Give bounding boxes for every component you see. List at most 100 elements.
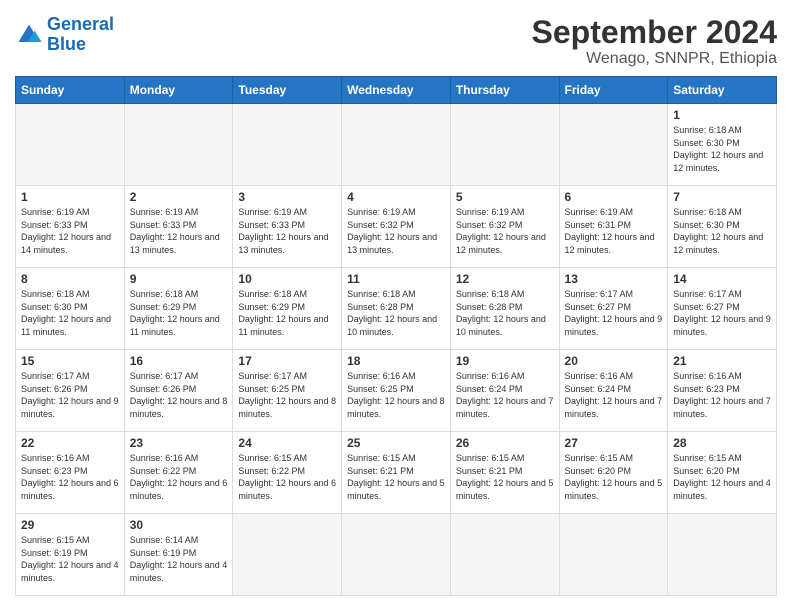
day-number: 26	[456, 436, 554, 450]
day-number: 1	[673, 108, 771, 122]
calendar-cell: 15 Sunrise: 6:17 AM Sunset: 6:26 PM Dayl…	[16, 350, 125, 432]
day-number: 3	[238, 190, 336, 204]
calendar-week-row: 22 Sunrise: 6:16 AM Sunset: 6:23 PM Dayl…	[16, 432, 777, 514]
calendar-cell	[16, 104, 125, 186]
day-info: Sunrise: 6:17 AM Sunset: 6:27 PM Dayligh…	[565, 289, 663, 337]
day-number: 10	[238, 272, 336, 286]
day-number: 11	[347, 272, 445, 286]
day-info: Sunrise: 6:16 AM Sunset: 6:24 PM Dayligh…	[456, 371, 554, 419]
day-info: Sunrise: 6:15 AM Sunset: 6:22 PM Dayligh…	[238, 453, 336, 501]
calendar-cell: 1 Sunrise: 6:18 AM Sunset: 6:30 PM Dayli…	[668, 104, 777, 186]
calendar-cell	[124, 104, 233, 186]
calendar-cell: 27 Sunrise: 6:15 AM Sunset: 6:20 PM Dayl…	[559, 432, 668, 514]
day-info: Sunrise: 6:14 AM Sunset: 6:19 PM Dayligh…	[130, 535, 228, 583]
calendar-cell: 4 Sunrise: 6:19 AM Sunset: 6:32 PM Dayli…	[342, 186, 451, 268]
day-number: 19	[456, 354, 554, 368]
calendar-cell: 11 Sunrise: 6:18 AM Sunset: 6:28 PM Dayl…	[342, 268, 451, 350]
day-info: Sunrise: 6:15 AM Sunset: 6:20 PM Dayligh…	[565, 453, 663, 501]
title-block: September 2024 Wenago, SNNPR, Ethiopia	[532, 15, 777, 68]
calendar-cell: 1 Sunrise: 6:19 AM Sunset: 6:33 PM Dayli…	[16, 186, 125, 268]
calendar-table: SundayMondayTuesdayWednesdayThursdayFrid…	[15, 76, 777, 596]
day-info: Sunrise: 6:18 AM Sunset: 6:29 PM Dayligh…	[238, 289, 328, 337]
calendar-week-row: 29 Sunrise: 6:15 AM Sunset: 6:19 PM Dayl…	[16, 514, 777, 596]
day-info: Sunrise: 6:15 AM Sunset: 6:20 PM Dayligh…	[673, 453, 771, 501]
day-number: 23	[130, 436, 228, 450]
day-number: 5	[456, 190, 554, 204]
calendar-cell	[559, 514, 668, 596]
calendar-cell: 16 Sunrise: 6:17 AM Sunset: 6:26 PM Dayl…	[124, 350, 233, 432]
calendar-cell: 29 Sunrise: 6:15 AM Sunset: 6:19 PM Dayl…	[16, 514, 125, 596]
day-number: 24	[238, 436, 336, 450]
calendar-cell: 25 Sunrise: 6:15 AM Sunset: 6:21 PM Dayl…	[342, 432, 451, 514]
day-of-week-header: Wednesday	[342, 77, 451, 104]
calendar-cell	[342, 104, 451, 186]
day-number: 15	[21, 354, 119, 368]
day-number: 2	[130, 190, 228, 204]
day-info: Sunrise: 6:17 AM Sunset: 6:27 PM Dayligh…	[673, 289, 771, 337]
day-info: Sunrise: 6:18 AM Sunset: 6:30 PM Dayligh…	[673, 125, 763, 173]
day-info: Sunrise: 6:19 AM Sunset: 6:33 PM Dayligh…	[130, 207, 220, 255]
calendar-cell	[233, 514, 342, 596]
day-info: Sunrise: 6:19 AM Sunset: 6:33 PM Dayligh…	[21, 207, 111, 255]
day-number: 17	[238, 354, 336, 368]
calendar-cell: 19 Sunrise: 6:16 AM Sunset: 6:24 PM Dayl…	[450, 350, 559, 432]
calendar-cell: 26 Sunrise: 6:15 AM Sunset: 6:21 PM Dayl…	[450, 432, 559, 514]
day-number: 7	[673, 190, 771, 204]
day-number: 27	[565, 436, 663, 450]
day-number: 22	[21, 436, 119, 450]
calendar-week-row: 8 Sunrise: 6:18 AM Sunset: 6:30 PM Dayli…	[16, 268, 777, 350]
page: General Blue September 2024 Wenago, SNNP…	[0, 0, 792, 612]
day-info: Sunrise: 6:19 AM Sunset: 6:32 PM Dayligh…	[347, 207, 437, 255]
day-info: Sunrise: 6:15 AM Sunset: 6:21 PM Dayligh…	[347, 453, 445, 501]
calendar-cell: 23 Sunrise: 6:16 AM Sunset: 6:22 PM Dayl…	[124, 432, 233, 514]
day-number: 25	[347, 436, 445, 450]
calendar-cell: 22 Sunrise: 6:16 AM Sunset: 6:23 PM Dayl…	[16, 432, 125, 514]
day-number: 9	[130, 272, 228, 286]
day-of-week-header: Friday	[559, 77, 668, 104]
calendar-week-row: 1 Sunrise: 6:19 AM Sunset: 6:33 PM Dayli…	[16, 186, 777, 268]
calendar-cell: 30 Sunrise: 6:14 AM Sunset: 6:19 PM Dayl…	[124, 514, 233, 596]
day-info: Sunrise: 6:16 AM Sunset: 6:22 PM Dayligh…	[130, 453, 228, 501]
calendar-cell	[450, 104, 559, 186]
calendar-cell: 24 Sunrise: 6:15 AM Sunset: 6:22 PM Dayl…	[233, 432, 342, 514]
calendar-week-row: 1 Sunrise: 6:18 AM Sunset: 6:30 PM Dayli…	[16, 104, 777, 186]
day-info: Sunrise: 6:18 AM Sunset: 6:28 PM Dayligh…	[347, 289, 437, 337]
calendar-cell: 2 Sunrise: 6:19 AM Sunset: 6:33 PM Dayli…	[124, 186, 233, 268]
calendar-cell: 10 Sunrise: 6:18 AM Sunset: 6:29 PM Dayl…	[233, 268, 342, 350]
day-info: Sunrise: 6:16 AM Sunset: 6:23 PM Dayligh…	[21, 453, 119, 501]
day-number: 13	[565, 272, 663, 286]
calendar-cell: 7 Sunrise: 6:18 AM Sunset: 6:30 PM Dayli…	[668, 186, 777, 268]
calendar-cell: 14 Sunrise: 6:17 AM Sunset: 6:27 PM Dayl…	[668, 268, 777, 350]
calendar-cell: 17 Sunrise: 6:17 AM Sunset: 6:25 PM Dayl…	[233, 350, 342, 432]
day-number: 28	[673, 436, 771, 450]
day-number: 6	[565, 190, 663, 204]
day-info: Sunrise: 6:15 AM Sunset: 6:21 PM Dayligh…	[456, 453, 554, 501]
day-info: Sunrise: 6:17 AM Sunset: 6:25 PM Dayligh…	[238, 371, 336, 419]
logo-line1: General	[47, 14, 114, 34]
calendar-cell: 18 Sunrise: 6:16 AM Sunset: 6:25 PM Dayl…	[342, 350, 451, 432]
day-of-week-header: Sunday	[16, 77, 125, 104]
calendar-cell: 6 Sunrise: 6:19 AM Sunset: 6:31 PM Dayli…	[559, 186, 668, 268]
calendar-week-row: 15 Sunrise: 6:17 AM Sunset: 6:26 PM Dayl…	[16, 350, 777, 432]
day-info: Sunrise: 6:18 AM Sunset: 6:30 PM Dayligh…	[673, 207, 763, 255]
day-info: Sunrise: 6:16 AM Sunset: 6:25 PM Dayligh…	[347, 371, 445, 419]
calendar-cell: 3 Sunrise: 6:19 AM Sunset: 6:33 PM Dayli…	[233, 186, 342, 268]
day-number: 1	[21, 190, 119, 204]
day-info: Sunrise: 6:16 AM Sunset: 6:24 PM Dayligh…	[565, 371, 663, 419]
day-of-week-header: Thursday	[450, 77, 559, 104]
logo-icon	[15, 21, 43, 49]
calendar-cell: 13 Sunrise: 6:17 AM Sunset: 6:27 PM Dayl…	[559, 268, 668, 350]
day-number: 14	[673, 272, 771, 286]
day-info: Sunrise: 6:19 AM Sunset: 6:31 PM Dayligh…	[565, 207, 655, 255]
calendar-cell	[450, 514, 559, 596]
day-number: 16	[130, 354, 228, 368]
day-of-week-header: Tuesday	[233, 77, 342, 104]
header: General Blue September 2024 Wenago, SNNP…	[15, 15, 777, 68]
day-info: Sunrise: 6:17 AM Sunset: 6:26 PM Dayligh…	[130, 371, 228, 419]
calendar-cell	[559, 104, 668, 186]
logo: General Blue	[15, 15, 114, 55]
logo-line2: Blue	[47, 34, 86, 54]
day-of-week-header: Saturday	[668, 77, 777, 104]
day-of-week-header: Monday	[124, 77, 233, 104]
calendar-cell: 9 Sunrise: 6:18 AM Sunset: 6:29 PM Dayli…	[124, 268, 233, 350]
